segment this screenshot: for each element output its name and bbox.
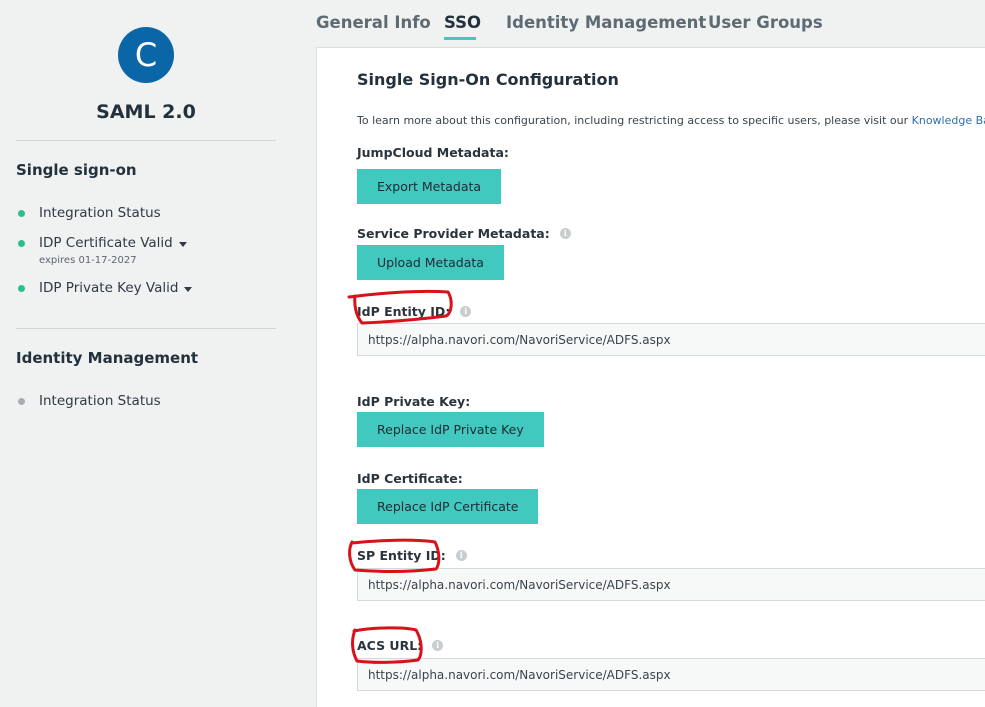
caret-down-icon[interactable]: [184, 286, 193, 292]
replace-private-key-button[interactable]: Replace IdP Private Key: [357, 412, 544, 447]
sidebar: C SAML 2.0 Single sign-on Integration St…: [0, 0, 300, 707]
sp-metadata-label: Service Provider Metadata: i: [357, 226, 571, 241]
status-dot-icon: [18, 209, 25, 217]
upload-metadata-button[interactable]: Upload Metadata: [357, 245, 504, 280]
info-icon[interactable]: i: [432, 640, 444, 651]
status-label: IDP Certificate Valid: [39, 235, 173, 251]
active-tab-indicator: [444, 37, 476, 40]
info-text: To learn more about this configuration, …: [357, 114, 985, 127]
info-text-body: To learn more about this configuration, …: [357, 114, 909, 127]
tab-general-info[interactable]: General Info: [316, 13, 431, 32]
sso-integration-status: Integration Status: [16, 205, 161, 221]
replace-certificate-button[interactable]: Replace IdP Certificate: [357, 489, 539, 524]
sso-section-heading: Single sign-on: [16, 161, 137, 179]
label-text: JumpCloud Metadata:: [357, 145, 509, 160]
status-label: IDP Private Key Valid: [39, 280, 179, 296]
status-dot-icon: [18, 284, 25, 292]
idp-certificate-label: IdP Certificate:: [357, 471, 463, 486]
label-text: SP Entity ID:: [357, 548, 446, 563]
idp-private-key-status[interactable]: IDP Private Key Valid: [16, 280, 193, 296]
label-text: Service Provider Metadata:: [357, 226, 550, 241]
idp-entity-id-field[interactable]: [357, 323, 985, 356]
status-label: Integration Status: [39, 393, 161, 409]
label-text: IdP Entity ID:: [357, 304, 451, 319]
knowledge-base-link[interactable]: Knowledge Base: [912, 114, 985, 127]
tab-sso[interactable]: SSO: [444, 13, 481, 32]
label-text: IdP Certificate:: [357, 471, 463, 486]
idm-section-heading: Identity Management: [16, 349, 199, 367]
sp-entity-id-field[interactable]: [357, 568, 985, 601]
jumpcloud-metadata-label: JumpCloud Metadata:: [357, 145, 509, 160]
idm-integration-status: Integration Status: [16, 393, 161, 409]
sidebar-divider: [16, 140, 276, 141]
label-text: ACS URL:: [357, 638, 423, 653]
caret-down-icon[interactable]: [178, 241, 187, 247]
status-dot-icon: [18, 239, 25, 247]
sp-entity-id-label: SP Entity ID: i: [357, 548, 467, 563]
idp-certificate-status[interactable]: IDP Certificate Valid: [16, 235, 187, 251]
info-icon[interactable]: i: [455, 550, 467, 561]
label-text: IdP Private Key:: [357, 394, 471, 409]
export-metadata-button[interactable]: Export Metadata: [357, 169, 502, 204]
status-dot-icon: [18, 397, 25, 405]
sidebar-divider: [16, 328, 276, 329]
tab-identity-management[interactable]: Identity Management: [506, 13, 706, 32]
acs-url-field[interactable]: [357, 658, 985, 691]
certificate-expiry-note: expires 01-17-2027: [39, 255, 137, 266]
info-icon[interactable]: i: [559, 228, 571, 239]
app-avatar: C: [118, 27, 174, 83]
app-name: SAML 2.0: [96, 101, 196, 123]
section-title: Single Sign-On Configuration: [357, 70, 619, 89]
status-label: Integration Status: [39, 205, 161, 221]
idp-private-key-label: IdP Private Key:: [357, 394, 470, 409]
tab-user-groups[interactable]: User Groups: [708, 13, 823, 32]
idp-entity-id-label: IdP Entity ID: i: [357, 304, 472, 319]
info-icon[interactable]: i: [460, 306, 472, 317]
acs-url-label: ACS URL: i: [357, 638, 444, 653]
